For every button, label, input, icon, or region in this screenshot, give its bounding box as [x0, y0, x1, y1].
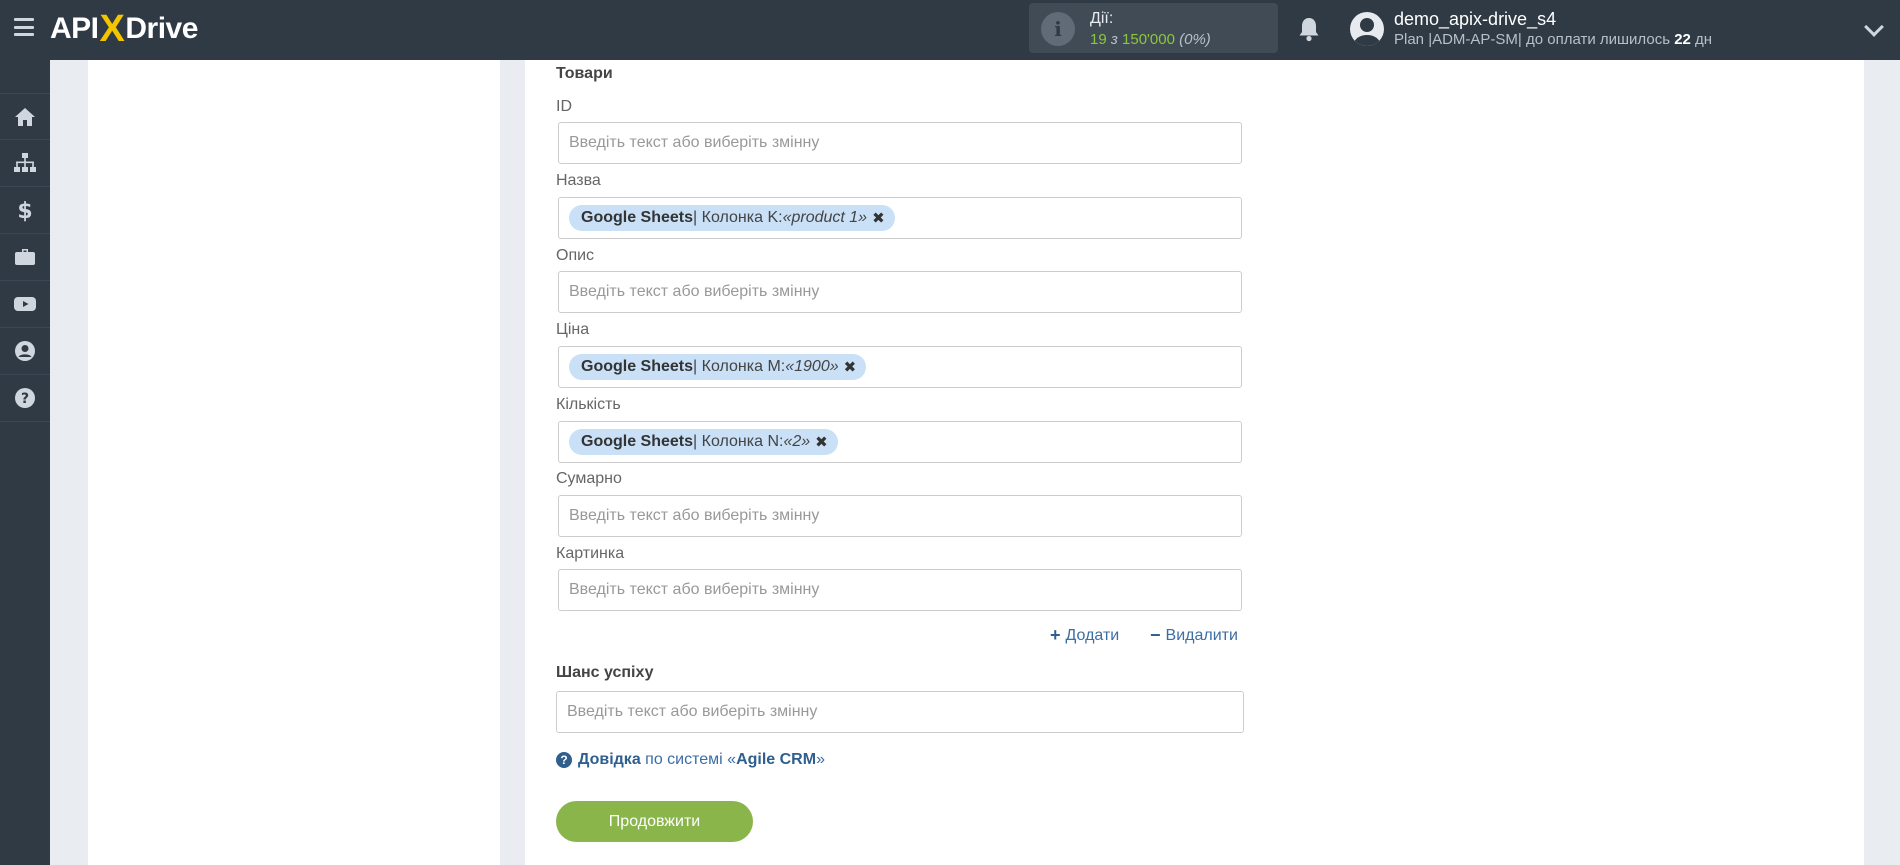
sidebar-item-projects[interactable]: [0, 234, 50, 281]
field-label-id: ID: [556, 98, 572, 115]
minus-icon: −: [1150, 625, 1161, 645]
id-input[interactable]: Введіть текст або виберіть змінну: [558, 122, 1242, 164]
sidebar-item-home[interactable]: [0, 93, 50, 140]
name-input[interactable]: Google Sheets | Колонка K: «product 1» ✖: [558, 197, 1242, 239]
variable-chip[interactable]: Google Sheets | Колонка K: «product 1» ✖: [569, 205, 895, 231]
field-label-price: Ціна: [556, 321, 590, 338]
success-placeholder: Введіть текст або виберіть змінну: [567, 703, 818, 720]
dollar-icon: $: [17, 199, 32, 222]
sidebar: $ ?: [0, 60, 50, 865]
success-chance-input[interactable]: Введіть текст або виберіть змінну: [556, 691, 1244, 733]
description-placeholder: Введіть текст або виберіть змінну: [569, 283, 820, 300]
continue-button[interactable]: Продовжити: [556, 801, 753, 842]
remove-chip-icon[interactable]: ✖: [872, 209, 885, 227]
add-button[interactable]: + Додати: [1050, 625, 1119, 646]
help-link[interactable]: ? Довідка по системі «Agile CRM»: [556, 751, 825, 769]
chevron-down-icon[interactable]: [1864, 17, 1884, 37]
total-input[interactable]: Введіть текст або виберіть змінну: [558, 495, 1242, 537]
variable-chip[interactable]: Google Sheets | Колонка M: «1900» ✖: [569, 354, 867, 380]
svg-text:$: $: [17, 199, 32, 222]
actions-label: Дії:: [1090, 10, 1114, 27]
field-label-image: Картинка: [556, 545, 625, 562]
remove-chip-icon[interactable]: ✖: [815, 433, 828, 451]
user-circle-icon: [15, 341, 35, 361]
logo-text-left: API: [50, 12, 99, 45]
total-placeholder: Введіть текст або виберіть змінну: [569, 507, 820, 524]
id-placeholder: Введіть текст або виберіть змінну: [569, 134, 820, 151]
remove-chip-icon[interactable]: ✖: [844, 358, 857, 376]
field-label-description: Опис: [556, 247, 595, 264]
field-label-name: Назва: [556, 172, 601, 189]
youtube-icon: [14, 297, 36, 311]
field-label-total: Сумарно: [556, 470, 622, 487]
section-title: Товари: [556, 65, 613, 82]
left-panel: [88, 60, 500, 865]
remove-button[interactable]: − Видалити: [1150, 625, 1238, 646]
sitemap-icon: [14, 153, 36, 172]
info-icon: i: [1041, 12, 1075, 46]
sidebar-item-connections[interactable]: [0, 140, 50, 187]
briefcase-icon: [15, 249, 35, 265]
logo-x: X: [99, 7, 125, 50]
menu-icon[interactable]: [14, 18, 34, 36]
image-placeholder: Введіть текст або виберіть змінну: [569, 581, 820, 598]
field-label-quantity: Кількість: [556, 396, 621, 413]
question-circle-icon: ?: [15, 388, 35, 408]
image-input[interactable]: Введіть текст або виберіть змінну: [558, 569, 1242, 611]
description-input[interactable]: Введіть текст або виберіть змінну: [558, 271, 1242, 313]
quantity-input[interactable]: Google Sheets | Колонка N: «2» ✖: [558, 421, 1242, 463]
top-bar: API X Drive i Дії: 19 з 150'000 (0%) demo_…: [0, 0, 1900, 60]
bell-icon[interactable]: [1297, 16, 1321, 42]
username[interactable]: demo_apix-drive_s4: [1394, 9, 1556, 30]
svg-text:?: ?: [21, 391, 29, 407]
sidebar-item-billing[interactable]: $: [0, 187, 50, 234]
question-icon: ?: [556, 752, 572, 768]
sidebar-item-videos[interactable]: [0, 281, 50, 328]
sidebar-item-help[interactable]: ?: [0, 375, 50, 422]
sidebar-item-account[interactable]: [0, 328, 50, 375]
home-icon: [15, 107, 35, 126]
avatar-icon[interactable]: [1350, 12, 1384, 46]
variable-chip[interactable]: Google Sheets | Колонка N: «2» ✖: [569, 429, 838, 455]
plan-info: Plan |ADM-AP-SM| до оплати лишилось 22 д…: [1394, 31, 1713, 48]
success-title: Шанс успіху: [556, 664, 654, 681]
logo-text-right: Drive: [125, 12, 198, 45]
price-input[interactable]: Google Sheets | Колонка M: «1900» ✖: [558, 346, 1242, 388]
actions-count: 19 з 150'000 (0%): [1090, 31, 1211, 48]
plus-icon: +: [1050, 625, 1061, 645]
apix-drive-logo[interactable]: API X Drive: [50, 7, 198, 50]
actions-counter[interactable]: i Дії: 19 з 150'000 (0%): [1029, 3, 1278, 53]
